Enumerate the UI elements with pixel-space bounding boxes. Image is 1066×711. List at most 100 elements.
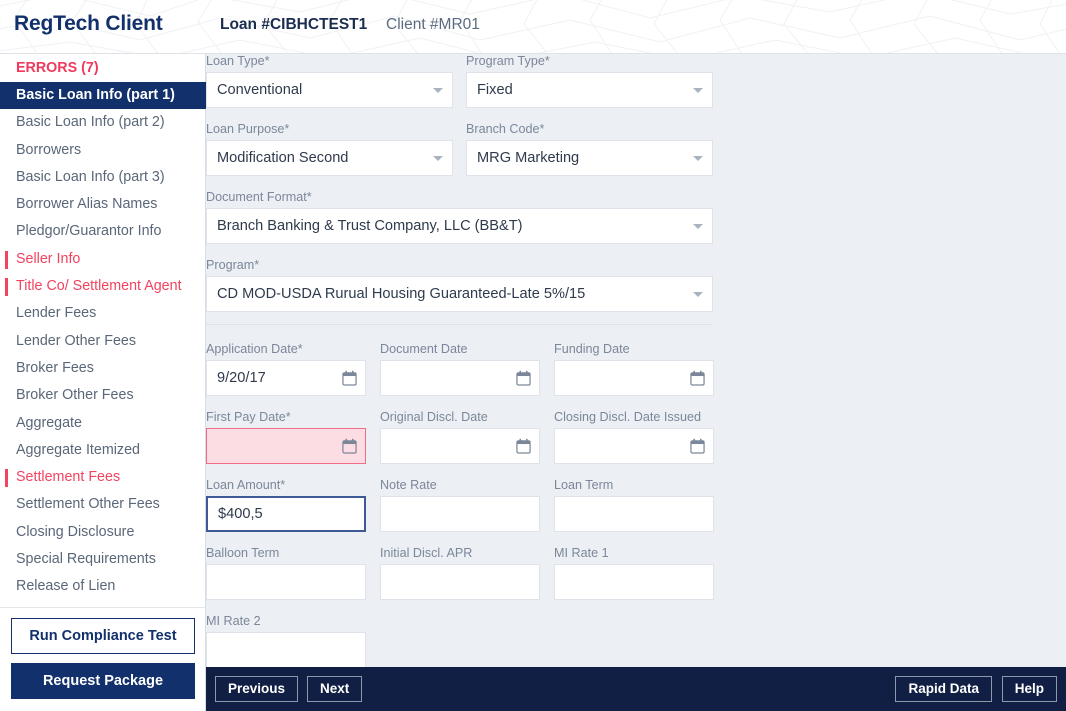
sidebar-item-aggregate[interactable]: Aggregate xyxy=(0,410,206,437)
app-header: RegTech Client Loan #CIBHCTEST1 Client #… xyxy=(0,0,1066,54)
sidebar-item-release-of-lien[interactable]: Release of Lien xyxy=(0,573,206,600)
select-document-format[interactable]: Branch Banking & Trust Company, LLC (BB&… xyxy=(206,208,713,244)
input-first-pay-date[interactable] xyxy=(206,428,366,464)
sidebar-item-lender-fees[interactable]: Lender Fees xyxy=(0,300,206,327)
select-program[interactable]: CD MOD-USDA Rurual Housing Guaranteed-La… xyxy=(206,276,713,312)
sidebar-errors-header: ERRORS (7) xyxy=(16,60,99,76)
field-note-rate: Note Rate xyxy=(380,478,540,532)
next-button[interactable]: Next xyxy=(307,676,363,702)
input-closing-discl-date-issued[interactable] xyxy=(554,428,714,464)
field-funding-date: Funding Date xyxy=(554,342,714,396)
value-program-type: Fixed xyxy=(477,82,513,98)
sidebar-item-broker-fees[interactable]: Broker Fees xyxy=(0,355,206,382)
sidebar-item-closing-disclosure[interactable]: Closing Disclosure xyxy=(0,519,206,546)
previous-button[interactable]: Previous xyxy=(215,676,299,702)
input-application-date[interactable]: 9/20/17 xyxy=(206,360,366,396)
value-loan-purpose: Modification Second xyxy=(217,150,349,166)
sidebar-item-broker-other-fees[interactable]: Broker Other Fees xyxy=(0,382,206,409)
label-document-date: Document Date xyxy=(380,342,468,356)
field-application-date: Application Date* 9/20/17 xyxy=(206,342,366,396)
chevron-down-icon[interactable] xyxy=(433,88,443,93)
field-first-pay-date: First Pay Date* xyxy=(206,410,366,464)
sidebar-item-basic-loan-info-part-2[interactable]: Basic Loan Info (part 2) xyxy=(0,109,206,136)
label-program-type: Program Type* xyxy=(466,54,550,68)
calendar-icon[interactable] xyxy=(690,370,705,386)
value-branch-code: MRG Marketing xyxy=(477,150,580,166)
run-compliance-test-button[interactable]: Run Compliance Test xyxy=(11,618,195,654)
application-window: RegTech Client Loan #CIBHCTEST1 Client #… xyxy=(0,0,1066,711)
chevron-down-icon[interactable] xyxy=(693,88,703,93)
input-mi-rate-2[interactable] xyxy=(206,632,366,667)
field-closing-discl-date-issued: Closing Discl. Date Issued xyxy=(554,410,714,464)
label-loan-term: Loan Term xyxy=(554,478,614,492)
sidebar-item-pledgor-guarantor-info[interactable]: Pledgor/Guarantor Info xyxy=(0,218,206,245)
label-balloon-term: Balloon Term xyxy=(206,546,280,560)
app-brand-title: RegTech Client xyxy=(14,12,163,35)
sidebar-item-title-co-settlement-agent[interactable]: Title Co/ Settlement Agent xyxy=(0,273,206,300)
help-button[interactable]: Help xyxy=(1001,676,1057,702)
input-balloon-term[interactable] xyxy=(206,564,366,600)
sidebar-item-lender-other-fees[interactable]: Lender Other Fees xyxy=(0,328,206,355)
label-application-date: Application Date* xyxy=(206,342,303,356)
sidebar-item-settlement-fees[interactable]: Settlement Fees xyxy=(0,464,206,491)
sidebar-item-settlement-other-fees[interactable]: Settlement Other Fees xyxy=(0,491,206,518)
label-branch-code: Branch Code* xyxy=(466,122,545,136)
rapid-data-button[interactable]: Rapid Data xyxy=(895,676,992,702)
input-loan-amount[interactable]: $400,5 xyxy=(206,496,366,532)
select-program-type[interactable]: Fixed xyxy=(466,72,713,108)
loan-form: Loan Type* Conventional Program Type* Fixed… xyxy=(206,54,1066,667)
main-content-area: Loan Type* Conventional Program Type* Fixed… xyxy=(206,54,1066,667)
calendar-icon[interactable] xyxy=(516,370,531,386)
sidebar-item-basic-loan-info-part-1[interactable]: Basic Loan Info (part 1) xyxy=(0,82,206,110)
field-original-discl-date: Original Discl. Date xyxy=(380,410,540,464)
label-loan-amount: Loan Amount* xyxy=(206,478,286,492)
field-document-date: Document Date xyxy=(380,342,540,396)
bottom-action-bar: Previous Next Rapid Data Help xyxy=(206,667,1066,711)
label-initial-discl-apr: Initial Discl. APR xyxy=(380,546,473,560)
value-loan-type: Conventional xyxy=(217,82,303,98)
request-package-button[interactable]: Request Package xyxy=(11,663,195,699)
label-note-rate: Note Rate xyxy=(380,478,437,492)
field-program: Program* CD MOD-USDA Rurual Housing Guara… xyxy=(206,258,713,312)
client-id-label[interactable]: Client #MR01 xyxy=(386,16,480,34)
sidebar-item-special-requirements[interactable]: Special Requirements xyxy=(0,546,206,573)
label-funding-date: Funding Date xyxy=(554,342,630,356)
sidebar-action-buttons: Run Compliance Test Request Package xyxy=(0,607,206,711)
input-funding-date[interactable] xyxy=(554,360,714,396)
select-loan-purpose[interactable]: Modification Second xyxy=(206,140,453,176)
chevron-down-icon[interactable] xyxy=(693,224,703,229)
input-initial-discl-apr[interactable] xyxy=(380,564,540,600)
sidebar-item-seller-info[interactable]: Seller Info xyxy=(0,246,206,273)
form-section-divider xyxy=(206,324,713,325)
value-program: CD MOD-USDA Rurual Housing Guaranteed-La… xyxy=(217,286,586,302)
chevron-down-icon[interactable] xyxy=(433,156,443,161)
sidebar-item-borrowers[interactable]: Borrowers xyxy=(0,137,206,164)
value-application-date: 9/20/17 xyxy=(217,370,266,386)
select-loan-type[interactable]: Conventional xyxy=(206,72,453,108)
input-mi-rate-1[interactable] xyxy=(554,564,714,600)
sidebar-item-borrower-alias-names[interactable]: Borrower Alias Names xyxy=(0,191,206,218)
field-program-type: Program Type* Fixed xyxy=(466,54,713,108)
loan-id-label[interactable]: Loan #CIBHCTEST1 xyxy=(220,16,367,34)
calendar-icon[interactable] xyxy=(342,438,357,454)
sidebar-nav-list: ERRORS (7) Basic Loan Info (part 1) Basic … xyxy=(0,54,206,601)
input-original-discl-date[interactable] xyxy=(380,428,540,464)
input-loan-term[interactable] xyxy=(554,496,714,532)
input-document-date[interactable] xyxy=(380,360,540,396)
label-loan-type: Loan Type* xyxy=(206,54,270,68)
sidebar-item-basic-loan-info-part-3[interactable]: Basic Loan Info (part 3) xyxy=(0,164,206,191)
sidebar-navigation: ERRORS (7) Basic Loan Info (part 1) Basic … xyxy=(0,54,206,711)
chevron-down-icon[interactable] xyxy=(693,156,703,161)
select-branch-code[interactable]: MRG Marketing xyxy=(466,140,713,176)
label-first-pay-date: First Pay Date* xyxy=(206,410,291,424)
label-program: Program* xyxy=(206,258,260,272)
value-document-format: Branch Banking & Trust Company, LLC (BB&… xyxy=(217,218,523,234)
input-note-rate[interactable] xyxy=(380,496,540,532)
calendar-icon[interactable] xyxy=(690,438,705,454)
sidebar-item-aggregate-itemized[interactable]: Aggregate Itemized xyxy=(0,437,206,464)
label-mi-rate-2: MI Rate 2 xyxy=(206,614,261,628)
field-initial-discl-apr: Initial Discl. APR xyxy=(380,546,540,600)
calendar-icon[interactable] xyxy=(342,370,357,386)
chevron-down-icon[interactable] xyxy=(693,292,703,297)
calendar-icon[interactable] xyxy=(516,438,531,454)
